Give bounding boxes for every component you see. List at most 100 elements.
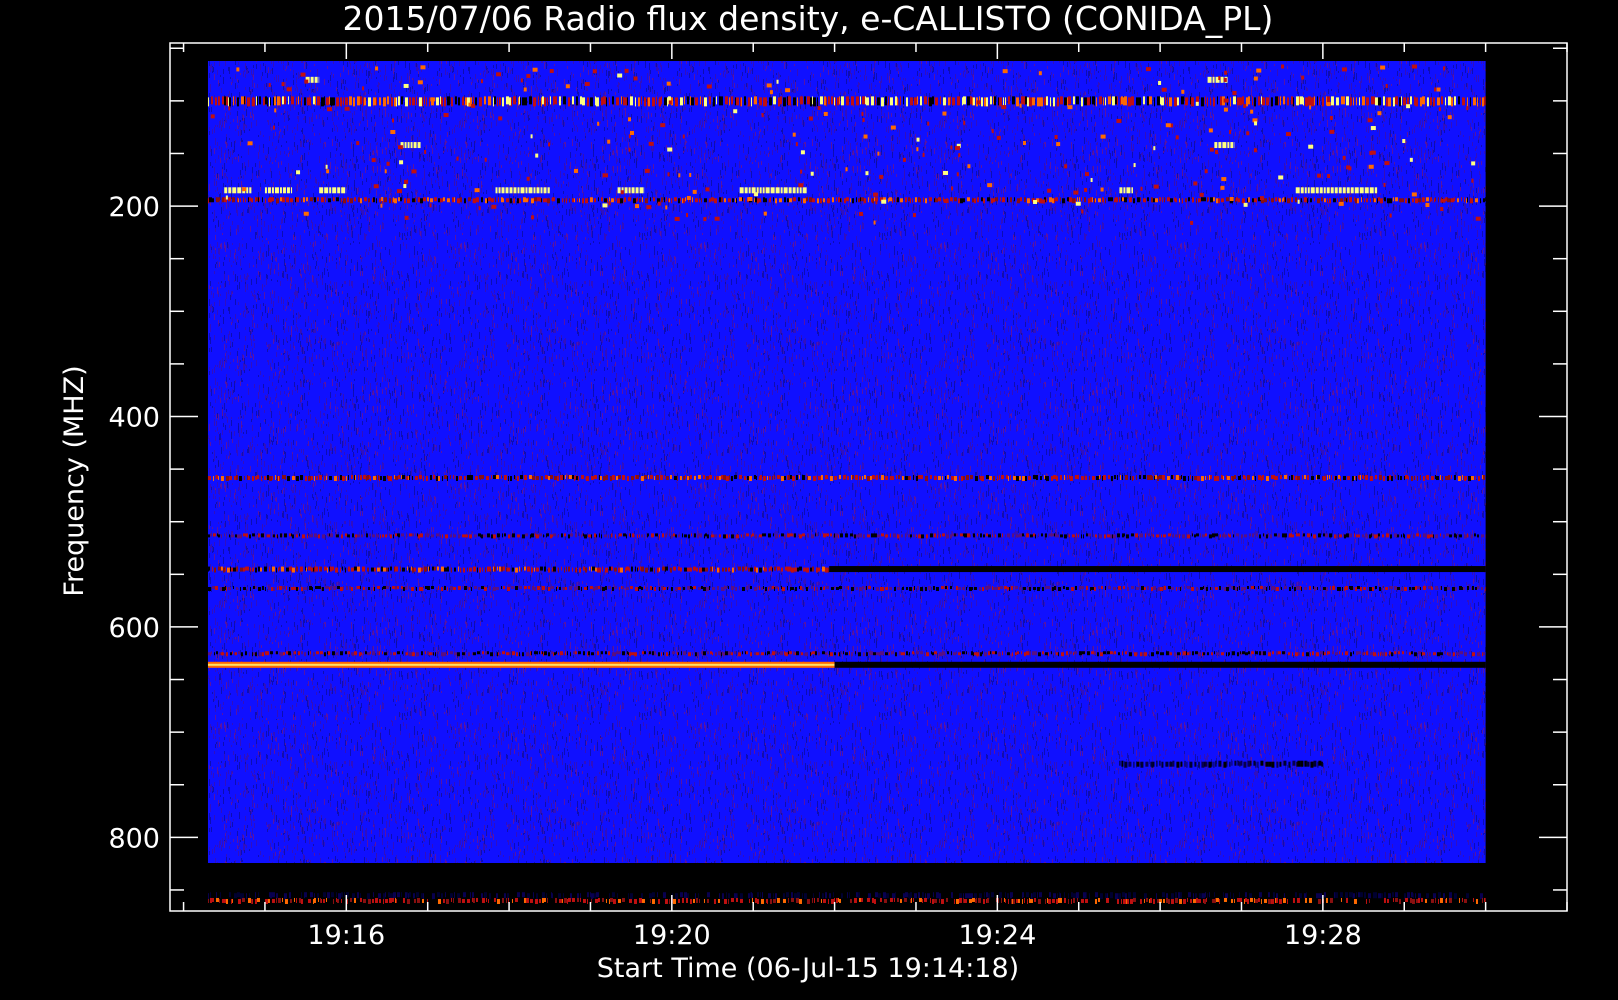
- band-segment-625: [240, 652, 243, 657]
- band-segment-545: [431, 566, 434, 571]
- band-segment-545: [304, 566, 306, 571]
- band-segment-625: [615, 651, 618, 655]
- band-segment-513: [439, 534, 441, 539]
- band-segment-458: [978, 475, 980, 480]
- band-segment-100: [450, 97, 453, 107]
- band-segment-563: [1159, 586, 1163, 591]
- band-segment-625: [1186, 652, 1189, 656]
- band-segment-563: [473, 585, 477, 589]
- band-segment-563: [353, 586, 355, 590]
- band-segment-563: [987, 585, 991, 589]
- band-segment-513: [629, 533, 631, 538]
- band-segment-458: [786, 475, 788, 481]
- band-segment-513: [1263, 533, 1265, 538]
- band-segment-625: [569, 652, 571, 657]
- band-segment-545: [466, 567, 468, 572]
- band-segment-100: [1335, 97, 1339, 106]
- band-segment-100: [608, 97, 610, 106]
- band-segment-625: [1428, 652, 1431, 657]
- band-segment-563: [919, 586, 923, 591]
- band-segment-458: [553, 476, 557, 481]
- band-segment-563: [1003, 585, 1007, 589]
- band-segment-625: [307, 651, 309, 656]
- band-segment-563: [1140, 585, 1144, 590]
- band-segment-100: [1251, 96, 1253, 106]
- band-segment-458: [851, 475, 854, 480]
- band-segment-563: [682, 586, 685, 590]
- band-segment-194: [1094, 198, 1096, 203]
- band-segment-100: [232, 96, 234, 106]
- band-segment-100: [666, 97, 668, 107]
- band-segment-625: [721, 651, 723, 656]
- band-segment-194: [250, 198, 253, 203]
- band-segment-513: [496, 533, 500, 538]
- band-segment-513: [1235, 533, 1239, 537]
- band-segment-513: [351, 533, 354, 538]
- band-segment-563: [1443, 586, 1447, 591]
- band-segment-194: [783, 197, 785, 203]
- band-segment-100: [255, 96, 257, 106]
- band-segment-100: [1479, 97, 1481, 106]
- band-segment-513: [603, 534, 607, 538]
- band-segment-563: [858, 586, 862, 591]
- band-segment-563: [767, 586, 769, 591]
- band-segment-625: [1225, 652, 1227, 657]
- band-segment-458: [875, 475, 878, 481]
- band-segment-625: [1341, 652, 1343, 656]
- band-segment-100: [221, 96, 224, 105]
- band-segment-100: [660, 96, 662, 105]
- band-segment-100: [266, 97, 268, 107]
- band-segment-513: [530, 533, 534, 538]
- band-segment-513: [654, 533, 658, 537]
- band-segment-458: [449, 475, 451, 480]
- band-segment-100: [518, 96, 520, 105]
- band-segment-100: [1239, 97, 1242, 106]
- band-segment-458: [1482, 475, 1485, 481]
- band-segment-100: [1166, 97, 1168, 107]
- band-segment-625: [292, 651, 294, 656]
- band-segment-625: [1327, 651, 1330, 655]
- band-segment-458: [1272, 475, 1274, 480]
- band-segment-100: [496, 97, 498, 107]
- band-segment-194: [1121, 197, 1124, 202]
- band-segment-458: [1180, 475, 1182, 480]
- band-segment-458: [663, 475, 665, 480]
- band-segment-625: [209, 652, 211, 657]
- band-segment-563: [896, 586, 900, 590]
- band-segment-458: [965, 475, 969, 481]
- band-segment-625: [862, 652, 865, 657]
- band-segment-100: [454, 96, 457, 105]
- band-segment-513: [839, 533, 843, 538]
- band-segment-513: [1208, 534, 1212, 539]
- band-segment-563: [1430, 585, 1432, 590]
- band-segment-100: [325, 97, 329, 106]
- band-segment-100: [1072, 96, 1075, 105]
- band-segment-458: [617, 475, 621, 480]
- band-segment-625: [1176, 652, 1180, 656]
- band-segment-194: [1434, 197, 1436, 202]
- band-segment-513: [772, 533, 774, 537]
- band-segment-625: [1041, 651, 1044, 655]
- band-segment-458: [541, 476, 543, 481]
- band-segment-563: [1319, 586, 1321, 590]
- band-segment-563: [691, 586, 693, 590]
- band-segment-563: [697, 586, 701, 590]
- band-segment-563: [545, 586, 547, 590]
- band-segment-458: [602, 476, 605, 482]
- band-segment-625: [837, 652, 839, 657]
- band-segment-545: [472, 566, 476, 572]
- band-segment-458: [1052, 475, 1056, 480]
- band-segment-513: [492, 534, 496, 539]
- band-segment-563: [1434, 585, 1438, 590]
- band-segment-625: [1004, 651, 1006, 656]
- band-segment-194: [1466, 197, 1468, 203]
- band-segment-194: [857, 198, 860, 203]
- band-segment-513: [381, 534, 384, 538]
- band-segment-563: [1389, 585, 1393, 589]
- band-segment-513: [563, 533, 566, 537]
- band-segment-458: [1156, 476, 1159, 482]
- band-segment-194: [668, 198, 670, 203]
- band-segment-100: [1120, 96, 1123, 105]
- band-segment-100: [1247, 96, 1250, 105]
- band-segment-513: [397, 533, 400, 538]
